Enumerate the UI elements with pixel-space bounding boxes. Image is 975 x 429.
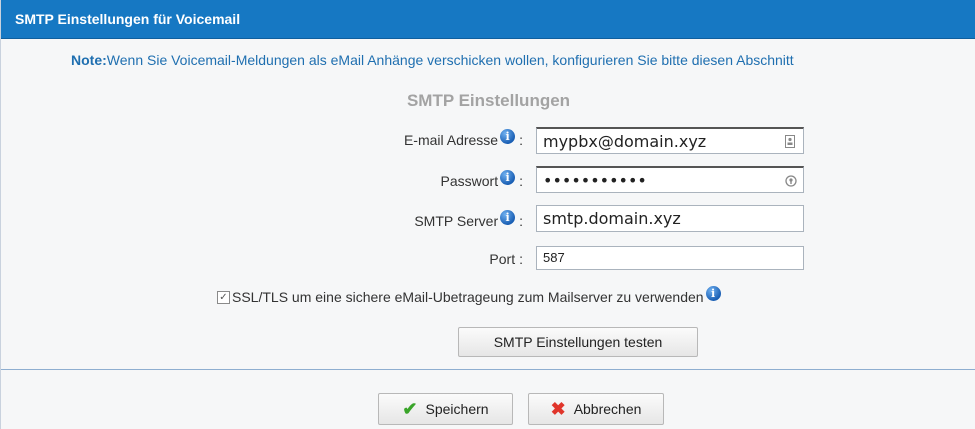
info-icon[interactable]: i xyxy=(500,209,516,225)
colon: : xyxy=(519,251,523,267)
smtp-settings-panel: SMTP Einstellungen für Voicemail Note:We… xyxy=(0,0,975,429)
key-icon[interactable] xyxy=(785,174,797,187)
port-field[interactable]: 587 xyxy=(536,246,804,270)
server-value: smtp.domain.xyz xyxy=(543,209,681,228)
save-label: Speichern xyxy=(425,401,489,417)
cancel-x-icon: ✖ xyxy=(550,398,566,419)
window-title: SMTP Einstellungen für Voicemail xyxy=(15,11,241,27)
port-label-row: Port : xyxy=(489,251,523,267)
test-smtp-button[interactable]: SMTP Einstellungen testen xyxy=(458,327,698,357)
password-label: Passwort xyxy=(440,173,499,189)
password-field[interactable]: ••••••••••• xyxy=(536,166,804,193)
titlebar: SMTP Einstellungen für Voicemail xyxy=(1,0,975,39)
note-text: Wenn Sie Voicemail-Meldungen als eMail A… xyxy=(106,52,794,68)
ssl-row: ✓ SSL/TLS um eine sichere eMail-Ubetrage… xyxy=(217,285,721,305)
divider xyxy=(1,369,975,370)
section-title: SMTP Einstellungen xyxy=(406,91,571,110)
save-button[interactable]: ✔ Speichern xyxy=(378,393,513,425)
note-prefix: Note: xyxy=(71,52,107,68)
server-label-row: SMTP Server i : xyxy=(414,209,523,229)
cancel-button[interactable]: ✖ Abbrechen xyxy=(528,393,664,425)
cancel-label: Abbrechen xyxy=(573,401,642,417)
port-label: Port xyxy=(489,251,516,267)
note-line: Note:Wenn Sie Voicemail-Meldungen als eM… xyxy=(71,52,794,68)
password-label-row: Passwort i : xyxy=(440,169,523,189)
password-value: ••••••••••• xyxy=(543,171,647,190)
info-icon[interactable]: i xyxy=(500,169,516,185)
colon: : xyxy=(519,132,523,148)
email-value: mypbx@domain.xyz xyxy=(543,132,707,151)
colon: : xyxy=(519,173,523,189)
ssl-label: SSL/TLS um eine sichere eMail-Ubetrageun… xyxy=(232,289,704,305)
port-value: 587 xyxy=(543,250,565,265)
email-field[interactable]: mypbx@domain.xyz xyxy=(536,127,804,154)
info-icon[interactable]: i xyxy=(500,128,516,144)
email-label: E-mail Adresse xyxy=(403,132,499,148)
smtp-server-field[interactable]: smtp.domain.xyz xyxy=(536,205,804,232)
colon: : xyxy=(519,213,523,229)
email-label-row: E-mail Adresse i : xyxy=(403,128,523,148)
ssl-checkbox[interactable]: ✓ xyxy=(217,290,230,304)
info-icon[interactable]: i xyxy=(705,285,721,301)
checkmark-icon: ✔ xyxy=(402,398,418,419)
server-label: SMTP Server xyxy=(414,213,499,229)
test-smtp-label: SMTP Einstellungen testen xyxy=(493,334,663,350)
contact-card-icon[interactable] xyxy=(785,135,795,148)
